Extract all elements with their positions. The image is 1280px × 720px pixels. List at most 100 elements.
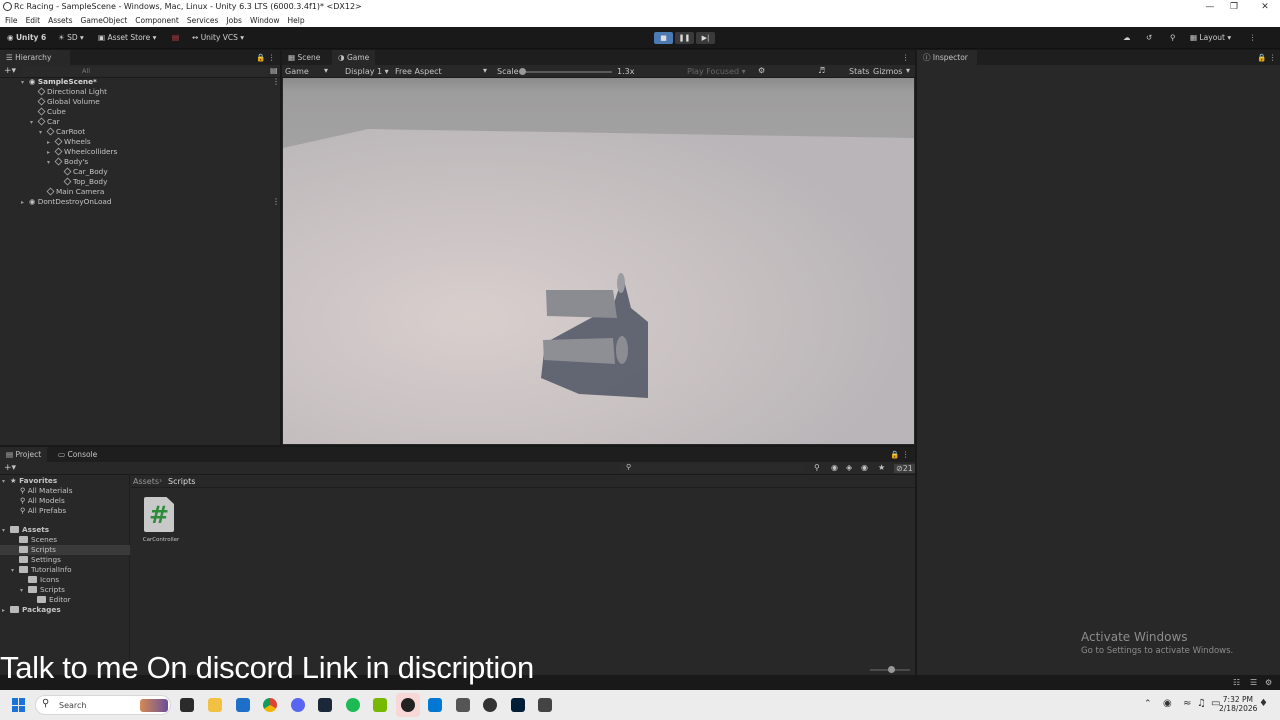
lock-icon[interactable]: 🔒	[256, 50, 265, 65]
tree-item-cube[interactable]: Cube	[37, 107, 66, 117]
wifi-icon[interactable]: ≈	[1183, 698, 1191, 709]
folder-scripts-selected[interactable]: Scripts	[0, 545, 130, 555]
collapse-arrow-icon[interactable]: ▸	[2, 606, 10, 616]
tree-item-wheelcolliders[interactable]: ▸ Wheelcolliders	[47, 147, 117, 157]
add-icon[interactable]: +▾	[4, 66, 16, 76]
status-layers-icon[interactable]: ☰	[1250, 678, 1257, 687]
favorite-all-prefabs[interactable]: ⚲ All Prefabs	[20, 506, 66, 516]
menu-file[interactable]: File	[0, 14, 22, 25]
unity-vcs-dropdown[interactable]: ↭ Unity VCS ▾	[192, 33, 244, 42]
menu-jobs[interactable]: Jobs	[222, 14, 245, 25]
hierarchy-search-input[interactable]: All	[22, 67, 268, 76]
close-icon[interactable]: ✕	[1250, 0, 1280, 14]
asset-zoom-handle[interactable]	[888, 666, 895, 673]
inspector-lock-icon[interactable]: 🔒	[1257, 50, 1266, 65]
tab-project[interactable]: ▤ Project	[0, 447, 48, 462]
clock[interactable]: 7:32 PM 2/18/2026	[1219, 695, 1257, 713]
tree-item-global-volume[interactable]: Global Volume	[37, 97, 100, 107]
search-icon[interactable]: ⚲	[1170, 33, 1176, 42]
scale-slider[interactable]	[520, 71, 612, 73]
file-explorer-icon[interactable]	[208, 698, 222, 712]
photoshop-icon[interactable]	[511, 698, 525, 712]
expand-arrow-icon[interactable]: ▾	[11, 566, 19, 576]
tree-dontdestroyonload[interactable]: ▸ ◉ DontDestroyOnLoad	[21, 197, 112, 207]
unity-hub-icon[interactable]	[456, 698, 470, 712]
project-lock-icon[interactable]: 🔒	[890, 447, 899, 462]
cloud-services-icon[interactable]: ☁	[1123, 33, 1131, 42]
menu-window[interactable]: Window	[246, 14, 284, 25]
expand-arrow-icon[interactable]: ▾	[39, 128, 47, 138]
tag-icon[interactable]: ◈	[846, 463, 852, 472]
tab-game[interactable]: ◑ Game	[332, 50, 376, 65]
play-focused-dropdown[interactable]: Play Focused ▾	[687, 67, 746, 76]
tree-item-bodys[interactable]: ▾ Body's	[47, 157, 88, 167]
dontdestroy-menu-icon[interactable]: ⋮	[272, 197, 280, 206]
tree-item-car-body[interactable]: Car_Body	[63, 167, 108, 177]
folder-scenes[interactable]: Scenes	[19, 535, 57, 545]
task-view-icon[interactable]	[180, 698, 194, 712]
chrome-icon[interactable]	[263, 698, 277, 712]
folder-tutorial-scripts[interactable]: ▾ Scripts	[20, 585, 65, 595]
menu-edit[interactable]: Edit	[22, 14, 45, 25]
unity-editor-icon[interactable]	[538, 698, 552, 712]
menu-services[interactable]: Services	[183, 14, 223, 25]
gizmos-button[interactable]: Gizmos	[873, 67, 902, 76]
tree-item-main-camera[interactable]: Main Camera	[46, 187, 104, 197]
create-icon[interactable]: +▾	[4, 463, 16, 473]
stats-button[interactable]: Stats	[849, 67, 869, 76]
hidden-packages-count[interactable]: ⊘21	[894, 464, 915, 473]
tab-inspector[interactable]: ⓘ Inspector	[917, 50, 977, 65]
sd-dropdown[interactable]: ☀ SD ▾	[58, 33, 84, 42]
assets-section[interactable]: ▾ Assets	[2, 525, 49, 535]
history-icon[interactable]: ↺	[1146, 33, 1152, 42]
volume-icon[interactable]: ♫	[1197, 698, 1206, 709]
collapse-arrow-icon[interactable]: ▸	[21, 198, 29, 208]
menu-assets[interactable]: Assets	[44, 14, 76, 25]
taskbar-search-box[interactable]: ⚲ Search	[35, 695, 171, 715]
expand-arrow-icon[interactable]: ▾	[21, 78, 29, 88]
aspect-dropdown[interactable]: Free Aspect	[395, 67, 442, 76]
scale-slider-handle[interactable]	[519, 68, 526, 75]
play-button[interactable]: ■	[654, 32, 673, 44]
breadcrumb-scripts[interactable]: Scripts	[168, 477, 195, 486]
vscode-icon[interactable]	[428, 698, 442, 712]
favorite-all-models[interactable]: ⚲ All Models	[20, 496, 65, 506]
expand-arrow-icon[interactable]: ▾	[30, 118, 38, 128]
expand-arrow-icon[interactable]: ▾	[2, 477, 10, 487]
favorites-section[interactable]: ▾ ★ Favorites	[2, 476, 57, 486]
obs-icon[interactable]	[401, 698, 415, 712]
gizmos-arrow-icon[interactable]: ▾	[906, 66, 910, 75]
tree-item-car[interactable]: ▾ Car	[30, 117, 60, 127]
tab-console[interactable]: ▭ Console	[52, 447, 103, 462]
status-progress-icon[interactable]: ☷	[1233, 678, 1240, 687]
tree-item-wheels[interactable]: ▸ Wheels	[47, 137, 91, 147]
folder-tutorialinfo[interactable]: ▾ TutorialInfo	[11, 565, 72, 575]
favorite-all-materials[interactable]: ⚲ All Materials	[20, 486, 73, 496]
app-notification-icon[interactable]	[483, 698, 497, 712]
expand-arrow-icon[interactable]: ▾	[47, 158, 55, 168]
display-dropdown[interactable]: Display 1 ▾	[345, 67, 389, 76]
tree-scene-root[interactable]: ▾ ◉ SampleScene*	[21, 77, 97, 87]
step-button[interactable]: ▶|	[696, 32, 715, 44]
aspect-arrow-icon[interactable]: ▾	[483, 66, 487, 75]
folder-icons[interactable]: Icons	[28, 575, 59, 585]
project-search-input[interactable]: ⚲	[620, 463, 805, 473]
settings-gear-icon[interactable]: ⚙	[758, 66, 765, 75]
menu-help[interactable]: Help	[284, 14, 309, 25]
discord-icon[interactable]	[291, 698, 305, 712]
hierarchy-menu-icon[interactable]: ⋮	[268, 50, 276, 65]
project-menu-icon[interactable]: ⋮	[902, 447, 910, 462]
menu-component[interactable]: Component	[131, 14, 183, 25]
game-view-viewport[interactable]	[283, 78, 914, 444]
scene-menu-icon[interactable]: ⋮	[272, 77, 280, 86]
breadcrumb-assets[interactable]: Assets	[133, 477, 159, 486]
tree-item-directional-light[interactable]: Directional Light	[37, 87, 107, 97]
game-mode-arrow-icon[interactable]: ▾	[324, 66, 328, 75]
status-settings-icon[interactable]: ⚙	[1265, 678, 1272, 687]
debug-icon[interactable]: ◉	[861, 463, 868, 472]
asset-store-dropdown[interactable]: ▣ Asset Store ▾	[98, 33, 156, 42]
expand-arrow-icon[interactable]: ▾	[20, 586, 28, 596]
folder-editor[interactable]: Editor	[37, 595, 71, 605]
inspector-menu-icon[interactable]: ⋮	[1269, 50, 1277, 65]
tray-chevron-icon[interactable]: ⌃	[1144, 699, 1152, 709]
